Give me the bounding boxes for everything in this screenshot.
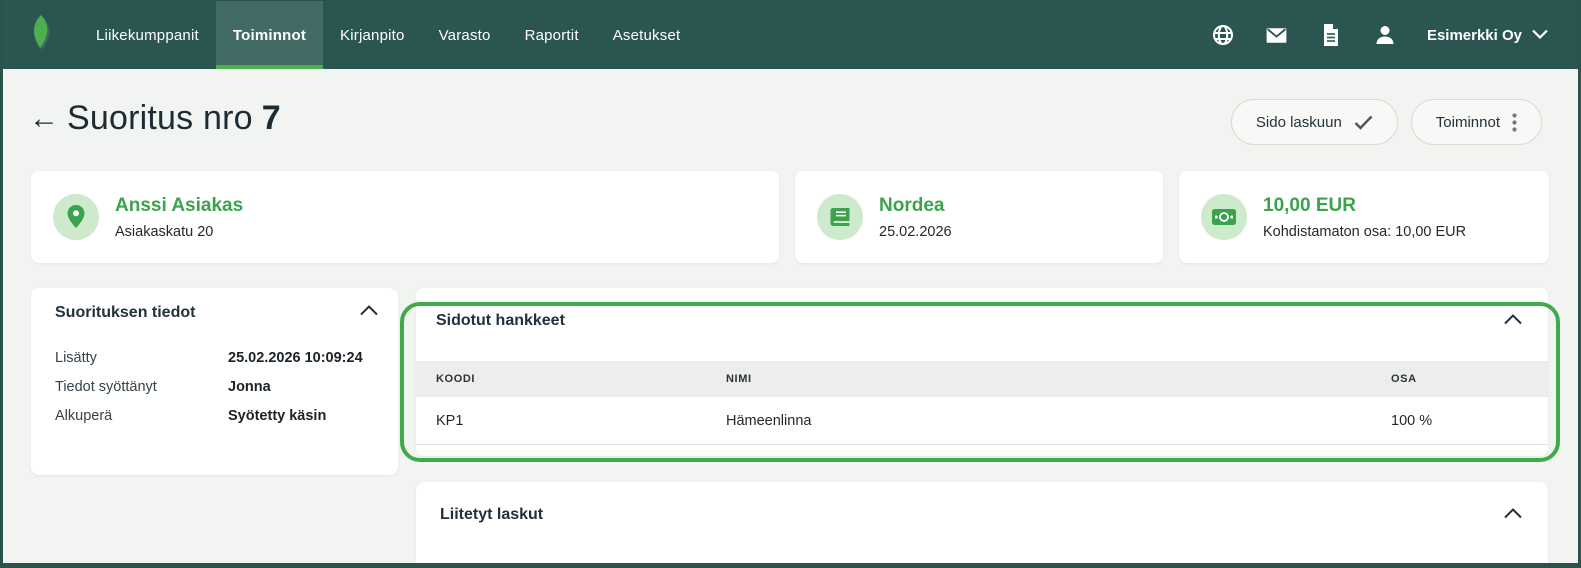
chevron-up-icon (1504, 506, 1522, 523)
check-icon (1354, 115, 1373, 130)
detail-value: Syötetty käsin (228, 408, 326, 424)
back-button[interactable]: ← (29, 104, 59, 134)
collapse-details-button[interactable] (360, 303, 378, 321)
banknote-icon (1201, 194, 1247, 240)
nav-item-toiminnot[interactable]: Toiminnot (216, 1, 323, 69)
bound-projects-panel: Sidotut hankkeet KOODI NIMI OSA KP1 Häme… (416, 288, 1548, 456)
language-button[interactable] (1211, 23, 1235, 47)
page-actions: Sido laskuun Toiminnot (1231, 99, 1542, 145)
detail-row-added: Lisätty 25.02.2026 10:09:24 (55, 350, 374, 366)
nav-item-kirjanpito[interactable]: Kirjanpito (323, 1, 422, 69)
nav-item-raportit[interactable]: Raportit (508, 1, 596, 69)
payment-details-panel: Suorituksen tiedot Lisätty 25.02.2026 10… (31, 288, 398, 475)
project-name: Hämeenlinna (706, 413, 1371, 429)
nav-item-varasto[interactable]: Varasto (422, 1, 508, 69)
unallocated-amount: Kohdistamaton osa: 10,00 EUR (1263, 224, 1466, 240)
projects-table-header: KOODI NIMI OSA (416, 361, 1548, 397)
app-window: Liikekumppanit Toiminnot Kirjanpito Vara… (0, 0, 1581, 568)
detail-value: 25.02.2026 10:09:24 (228, 350, 363, 366)
payer-card: Anssi Asiakas Asiakaskatu 20 (31, 171, 779, 263)
bank-card: Nordea 25.02.2026 (795, 171, 1163, 263)
detail-row-origin: Alkuperä Syötetty käsin (55, 408, 374, 424)
detail-label: Tiedot syöttänyt (55, 379, 228, 395)
column-header-nimi: NIMI (706, 373, 1371, 385)
amount-value: 10,00 EUR (1263, 194, 1466, 218)
bank-name: Nordea (879, 194, 952, 218)
app-logo[interactable] (3, 1, 79, 69)
payment-details-title: Suorituksen tiedot (55, 304, 374, 322)
detail-row-entered-by: Tiedot syöttänyt Jonna (55, 379, 374, 395)
book-icon (817, 194, 863, 240)
company-name: Esimerkki Oy (1427, 27, 1522, 44)
location-pin-icon (53, 194, 99, 240)
linked-invoices-title: Liitetyt laskut (440, 506, 1524, 524)
project-table-row[interactable]: KP1 Hämeenlinna 100 % (416, 397, 1548, 445)
user-icon (1373, 23, 1397, 47)
bind-to-invoice-label: Sido laskuun (1256, 114, 1342, 131)
top-nav: Liikekumppanit Toiminnot Kirjanpito Vara… (3, 1, 1578, 69)
collapse-invoices-button[interactable] (1504, 506, 1522, 524)
document-icon (1320, 23, 1342, 47)
actions-label: Toiminnot (1436, 114, 1500, 131)
user-button[interactable] (1373, 23, 1397, 47)
page-title-number: 7 (262, 99, 281, 137)
project-code: KP1 (416, 413, 706, 429)
actions-button[interactable]: Toiminnot (1411, 99, 1542, 145)
chevron-down-icon (1532, 26, 1548, 44)
payer-name: Anssi Asiakas (115, 194, 243, 218)
chevron-up-icon (360, 303, 378, 320)
nav-item-asetukset[interactable]: Asetukset (596, 1, 698, 69)
collapse-projects-button[interactable] (1504, 312, 1522, 330)
page-title: Suoritus nro7 (67, 99, 281, 138)
detail-value: Jonna (228, 379, 271, 395)
payment-date: 25.02.2026 (879, 224, 952, 240)
leaf-icon (26, 13, 56, 58)
page-title-text: Suoritus nro (67, 99, 253, 137)
column-header-koodi: KOODI (416, 373, 706, 385)
mail-icon (1264, 23, 1289, 48)
detail-label: Lisätty (55, 350, 228, 366)
payer-address: Asiakaskatu 20 (115, 224, 243, 240)
column-header-osa: OSA (1371, 373, 1548, 385)
messages-button[interactable] (1265, 23, 1289, 47)
bound-projects-title: Sidotut hankkeet (416, 288, 1548, 330)
nav-item-liikekumppanit[interactable]: Liikekumppanit (79, 1, 216, 69)
company-menu[interactable]: Esimerkki Oy (1427, 26, 1548, 44)
details-rows: Lisätty 25.02.2026 10:09:24 Tiedot syött… (55, 350, 374, 424)
chevron-up-icon (1504, 312, 1522, 329)
detail-label: Alkuperä (55, 408, 228, 424)
documents-button[interactable] (1319, 23, 1343, 47)
kebab-menu-icon (1512, 113, 1517, 132)
main-menu: Liikekumppanit Toiminnot Kirjanpito Vara… (79, 1, 697, 69)
amount-card: 10,00 EUR Kohdistamaton osa: 10,00 EUR (1179, 171, 1549, 263)
linked-invoices-panel: Liitetyt laskut (416, 482, 1548, 568)
nav-utilities: Esimerkki Oy (1211, 1, 1578, 69)
project-share: 100 % (1371, 413, 1548, 429)
globe-icon (1211, 23, 1235, 47)
bind-to-invoice-button[interactable]: Sido laskuun (1231, 99, 1398, 145)
